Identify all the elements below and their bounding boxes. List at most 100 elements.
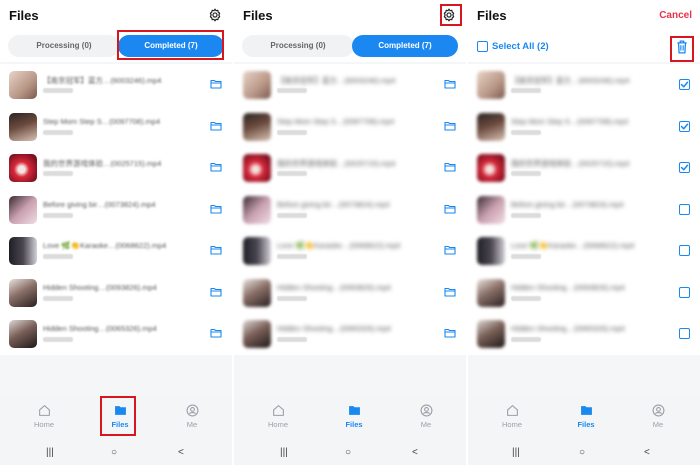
file-name: Hidden Shooting…(0093826).mp4 bbox=[277, 282, 391, 292]
folder-icon[interactable] bbox=[444, 245, 456, 255]
select-all-label[interactable]: Select All (2) bbox=[492, 41, 549, 52]
file-meta bbox=[43, 129, 73, 135]
nav-me[interactable]: Me bbox=[406, 404, 446, 429]
nav-files[interactable]: Files bbox=[334, 404, 374, 429]
folder-icon[interactable] bbox=[210, 328, 222, 338]
file-meta bbox=[277, 337, 307, 342]
recents-button[interactable]: ||| bbox=[280, 447, 288, 458]
files-icon bbox=[348, 406, 360, 415]
nav-me[interactable]: Me bbox=[172, 404, 212, 429]
folder-icon[interactable] bbox=[444, 328, 456, 338]
home-icon bbox=[272, 405, 284, 416]
folder-icon[interactable] bbox=[444, 162, 456, 172]
file-name: 【南京冠军】蓝方…(6003246).mp4 bbox=[511, 76, 630, 85]
system-home-button[interactable]: ○ bbox=[579, 447, 585, 458]
folder-icon[interactable] bbox=[444, 79, 456, 89]
select-all-checkbox[interactable] bbox=[477, 41, 488, 52]
checkbox-unchecked-icon[interactable] bbox=[679, 286, 690, 298]
video-thumbnail bbox=[9, 237, 37, 265]
folder-icon[interactable] bbox=[444, 204, 456, 214]
video-thumbnail bbox=[9, 278, 37, 307]
file-row[interactable]: Hidden Shooting…(0093826).mp4 bbox=[234, 271, 466, 313]
file-meta bbox=[43, 212, 73, 218]
file-meta bbox=[511, 295, 541, 301]
folder-icon[interactable] bbox=[210, 79, 222, 89]
file-row[interactable]: 【南京冠军】蓝方…(6003246).mp4 bbox=[0, 64, 232, 106]
back-button[interactable]: < bbox=[178, 447, 184, 458]
file-name: Before giving bir…(0073824).mp4 bbox=[43, 199, 156, 209]
file-name: Step Mom Step S…(0097708).mp4 bbox=[43, 116, 161, 126]
highlight-box bbox=[670, 36, 694, 62]
file-row[interactable]: Before giving bir…(0073824).mp4 bbox=[0, 188, 232, 230]
back-button[interactable]: < bbox=[644, 447, 650, 458]
file-row[interactable]: Step Mom Step S…(0097708).mp4 bbox=[468, 105, 700, 147]
video-thumbnail bbox=[477, 320, 505, 348]
file-name: 我的世界游戏体验…(0025715).mp4 bbox=[277, 159, 396, 168]
video-thumbnail bbox=[477, 112, 505, 141]
panel-files-default: Files Processing (0) Completed (7) 【南京冠军… bbox=[0, 0, 232, 465]
file-row[interactable]: Step Mom Step S…(0097708).mp4 bbox=[0, 105, 232, 147]
nav-me[interactable]: Me bbox=[638, 404, 678, 429]
file-row[interactable]: 我的世界游戏体验…(0025715).mp4 bbox=[234, 147, 466, 189]
file-row[interactable]: 我的世界游戏体验…(0025715).mp4 bbox=[468, 147, 700, 189]
checkbox-checked-icon[interactable] bbox=[679, 79, 690, 90]
recents-button[interactable]: ||| bbox=[46, 447, 54, 458]
highlight-box bbox=[117, 30, 224, 60]
file-meta bbox=[511, 129, 541, 135]
recents-button[interactable]: ||| bbox=[512, 447, 520, 458]
file-row[interactable]: 我的世界游戏体验…(0025715).mp4 bbox=[0, 147, 232, 189]
video-thumbnail bbox=[477, 278, 505, 307]
nav-me-label: Me bbox=[186, 420, 198, 429]
file-row[interactable]: Love 🌿👏Karaoke…(0068622).mp4 bbox=[234, 230, 466, 272]
file-row[interactable]: Before giving bir…(0073824).mp4 bbox=[234, 188, 466, 230]
folder-icon[interactable] bbox=[210, 121, 222, 131]
page-title: Files bbox=[477, 8, 507, 23]
nav-files[interactable]: Files bbox=[566, 404, 606, 429]
folder-icon[interactable] bbox=[210, 204, 222, 214]
file-row[interactable]: Step Mom Step S…(0097708).mp4 bbox=[234, 105, 466, 147]
video-thumbnail bbox=[243, 195, 271, 224]
gear-icon[interactable] bbox=[208, 8, 222, 22]
back-button[interactable]: < bbox=[412, 447, 418, 458]
home-icon bbox=[506, 405, 518, 416]
folder-icon[interactable] bbox=[210, 162, 222, 172]
file-list: 【南京冠军】蓝方…(6003246).mp4 Step Mom Step S…(… bbox=[234, 64, 466, 355]
file-row[interactable]: 【南京冠军】蓝方…(6003246).mp4 bbox=[234, 64, 466, 106]
file-meta bbox=[277, 254, 307, 259]
system-home-button[interactable]: ○ bbox=[111, 447, 117, 458]
tab-completed[interactable]: Completed (7) bbox=[352, 35, 458, 57]
file-row[interactable]: Hidden Shooting…(0093826).mp4 bbox=[0, 271, 232, 313]
top-bar: Files bbox=[0, 0, 232, 30]
tab-processing[interactable]: Processing (0) bbox=[242, 35, 354, 57]
checkbox-unchecked-icon[interactable] bbox=[679, 328, 690, 339]
folder-icon[interactable] bbox=[210, 245, 222, 255]
file-row[interactable]: Love 🌿👏Karaoke…(0068622).mp4 bbox=[0, 230, 232, 272]
file-meta bbox=[43, 295, 73, 301]
checkbox-checked-icon[interactable] bbox=[679, 120, 690, 132]
folder-icon[interactable] bbox=[444, 121, 456, 131]
file-row[interactable]: Love 🌿👏Karaoke…(0068622).mp4 bbox=[468, 230, 700, 272]
file-row[interactable]: Before giving bir…(0073824).mp4 bbox=[468, 188, 700, 230]
folder-icon[interactable] bbox=[444, 287, 456, 297]
file-name: Hidden Shooting…(0065326).mp4 bbox=[277, 324, 391, 333]
nav-home[interactable]: Home bbox=[24, 404, 64, 429]
panel-files-select: Files Cancel Select All (2) 【南京冠军】蓝方…(60… bbox=[468, 0, 700, 465]
file-meta bbox=[511, 88, 541, 93]
file-row[interactable]: 【南京冠军】蓝方…(6003246).mp4 bbox=[468, 64, 700, 106]
system-home-button[interactable]: ○ bbox=[345, 447, 351, 458]
me-icon bbox=[186, 404, 198, 417]
cancel-button[interactable]: Cancel bbox=[659, 10, 692, 21]
file-row[interactable]: Hidden Shooting…(0065326).mp4 bbox=[468, 313, 700, 355]
checkbox-checked-icon[interactable] bbox=[679, 162, 690, 173]
file-row[interactable]: Hidden Shooting…(0065326).mp4 bbox=[234, 313, 466, 355]
file-meta bbox=[511, 212, 541, 218]
file-row[interactable]: Hidden Shooting…(0065326).mp4 bbox=[0, 313, 232, 355]
tab-processing[interactable]: Processing (0) bbox=[8, 35, 120, 57]
nav-home[interactable]: Home bbox=[258, 404, 298, 429]
folder-icon[interactable] bbox=[210, 287, 222, 297]
checkbox-unchecked-icon[interactable] bbox=[679, 245, 690, 256]
bottom-navigation: Home Files Me ||| ○ < bbox=[234, 398, 466, 465]
checkbox-unchecked-icon[interactable] bbox=[679, 203, 690, 215]
nav-home[interactable]: Home bbox=[492, 404, 532, 429]
file-row[interactable]: Hidden Shooting…(0093826).mp4 bbox=[468, 271, 700, 313]
